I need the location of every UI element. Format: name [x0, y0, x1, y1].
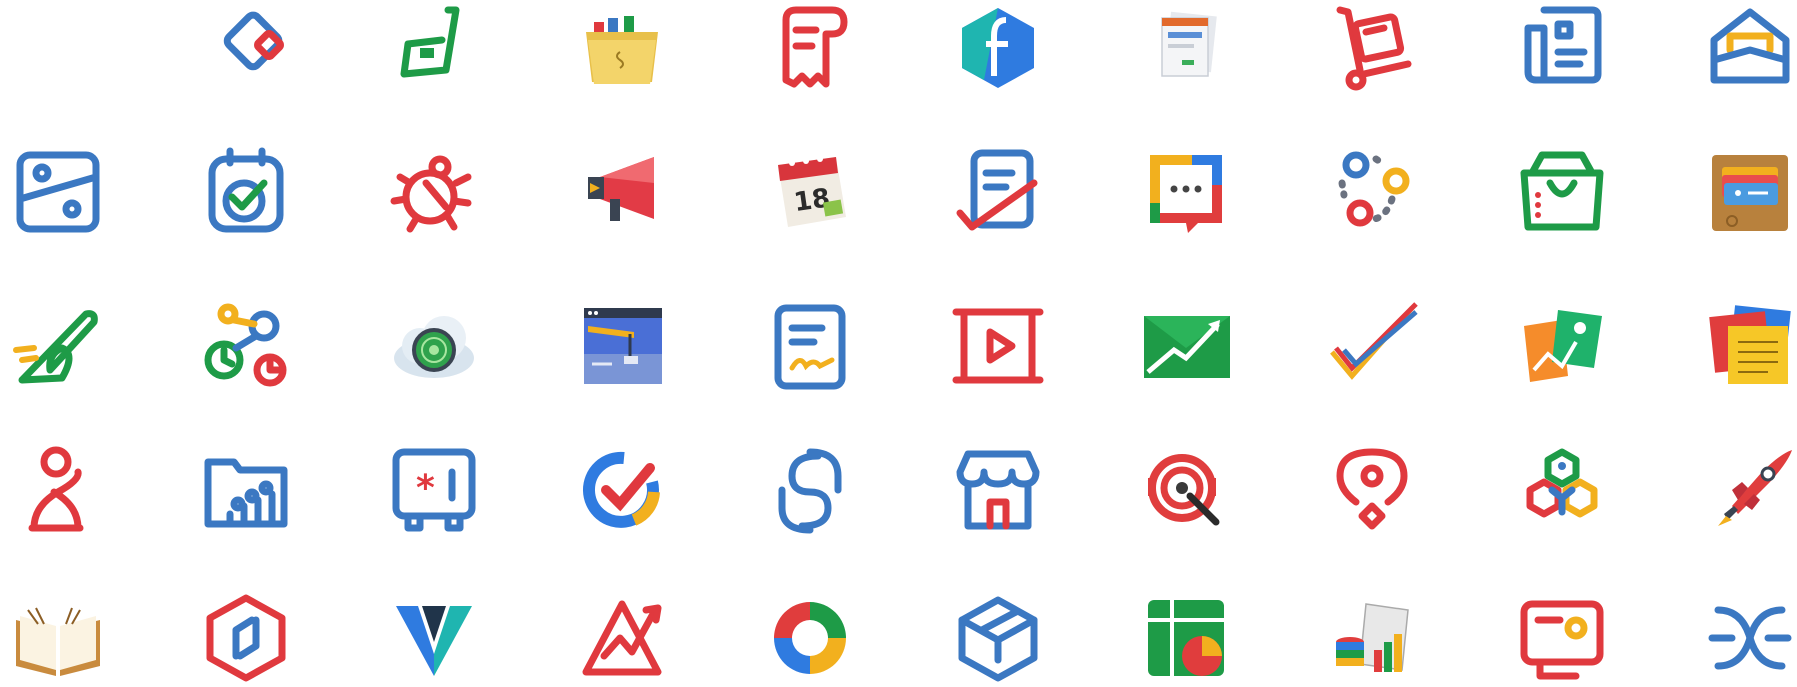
hourglass-figure-icon: [10, 442, 106, 538]
target-headset-icon: [1138, 442, 1234, 538]
z-slider-icon: [10, 143, 106, 239]
green-trend-arrow-icon: [1138, 298, 1234, 394]
document-signature-icon: [762, 298, 858, 394]
green-d-letter-icon: [386, 0, 482, 96]
chat-bubble-dots-icon: [1138, 143, 1234, 239]
id-card-icon: [1514, 590, 1610, 686]
circular-check-icon: [574, 442, 670, 538]
w-letter-mark-icon: [386, 590, 482, 686]
yellow-file-folders-icon: [574, 0, 670, 96]
icon-grid: 18 *: [0, 0, 1797, 687]
zoho-inventory-icon: [198, 0, 294, 96]
hexagon-network-icon: [1514, 442, 1610, 538]
rocket-icon: [1702, 442, 1797, 538]
bug-icon: [386, 143, 482, 239]
photo-cards-icon: [1514, 298, 1610, 394]
open-envelope-icon: [1702, 0, 1797, 96]
hand-truck-box-icon: [1326, 0, 1422, 96]
video-play-frame-icon: [950, 298, 1046, 394]
isometric-box-icon: [950, 590, 1046, 686]
timer-workflow-icon: [198, 298, 294, 394]
tear-off-calendar-icon: 18: [762, 143, 858, 239]
storefront-icon: [950, 442, 1046, 538]
blue-hexagon-f-icon: [950, 0, 1046, 96]
megaphone-icon: [574, 143, 670, 239]
s-curve-icon: [762, 442, 858, 538]
database-report-icon: [1326, 590, 1422, 686]
svg-text:*: *: [416, 468, 435, 509]
triangle-growth-arrow-icon: [574, 590, 670, 686]
wallet-cards-icon: [1702, 143, 1797, 239]
sticky-notes-icon: [1702, 298, 1797, 394]
calendar-check-icon: [198, 143, 294, 239]
cloud-radar-icon: [386, 298, 482, 394]
hexagon-link-icon: [198, 590, 294, 686]
blank-slot: [10, 0, 106, 96]
document-signature-check-icon: [950, 143, 1046, 239]
shopping-bag-icon: [1514, 143, 1610, 239]
colorful-ring-icon: [762, 590, 858, 686]
newspaper-document-icon: [1514, 0, 1610, 96]
double-check-icon: [1326, 298, 1422, 394]
receipt-scroll-icon: [762, 0, 858, 96]
browser-window-banner-icon: [574, 298, 670, 394]
folder-people-icon: [198, 442, 294, 538]
stacked-web-pages-icon: [1138, 0, 1234, 96]
x-knot-icon: [1702, 590, 1797, 686]
three-circles-network-icon: [1326, 143, 1422, 239]
password-vault-icon: *: [386, 442, 482, 538]
spreadsheet-pie-icon: [1138, 590, 1234, 686]
open-book-icon: [10, 590, 106, 686]
green-sign-stroke-icon: [10, 298, 106, 394]
location-pin-icon: [1326, 442, 1422, 538]
